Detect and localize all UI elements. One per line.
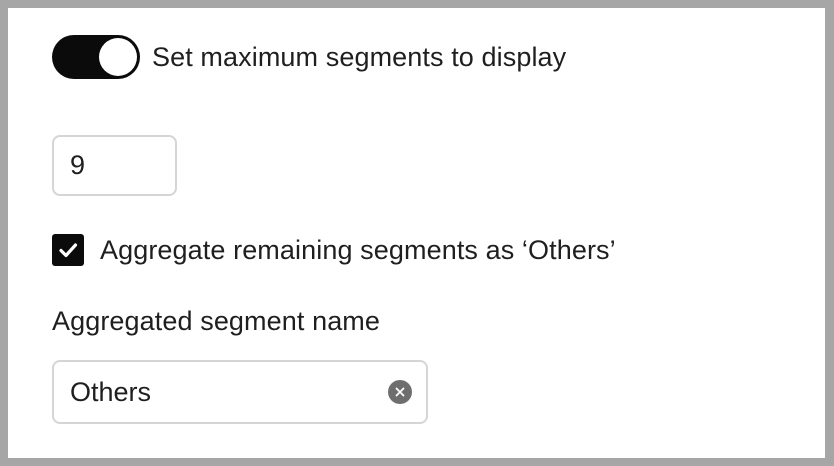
- aggregate-checkbox-row: Aggregate remaining segments as ‘Others’: [52, 233, 616, 267]
- aggregated-segment-name-label: Aggregated segment name: [52, 306, 381, 336]
- max-segments-toggle-label: Set maximum segments to display: [152, 41, 567, 72]
- checkmark-icon: [59, 243, 78, 258]
- max-segments-value: 9: [70, 150, 86, 180]
- clear-icon[interactable]: [388, 380, 412, 404]
- max-segments-toggle[interactable]: [52, 35, 140, 79]
- aggregated-segment-name-input[interactable]: Others: [52, 360, 428, 424]
- max-segments-input[interactable]: 9: [52, 135, 177, 196]
- x-glyph: [395, 387, 405, 397]
- aggregated-segment-name-value: Others: [70, 376, 152, 407]
- aggregate-checkbox[interactable]: [52, 234, 84, 266]
- toggle-knob: [99, 38, 137, 76]
- aggregate-checkbox-label: Aggregate remaining segments as ‘Others’: [100, 234, 616, 265]
- settings-panel: Set maximum segments to display 9 Aggreg…: [8, 8, 825, 458]
- max-segments-toggle-row: Set maximum segments to display: [52, 35, 566, 79]
